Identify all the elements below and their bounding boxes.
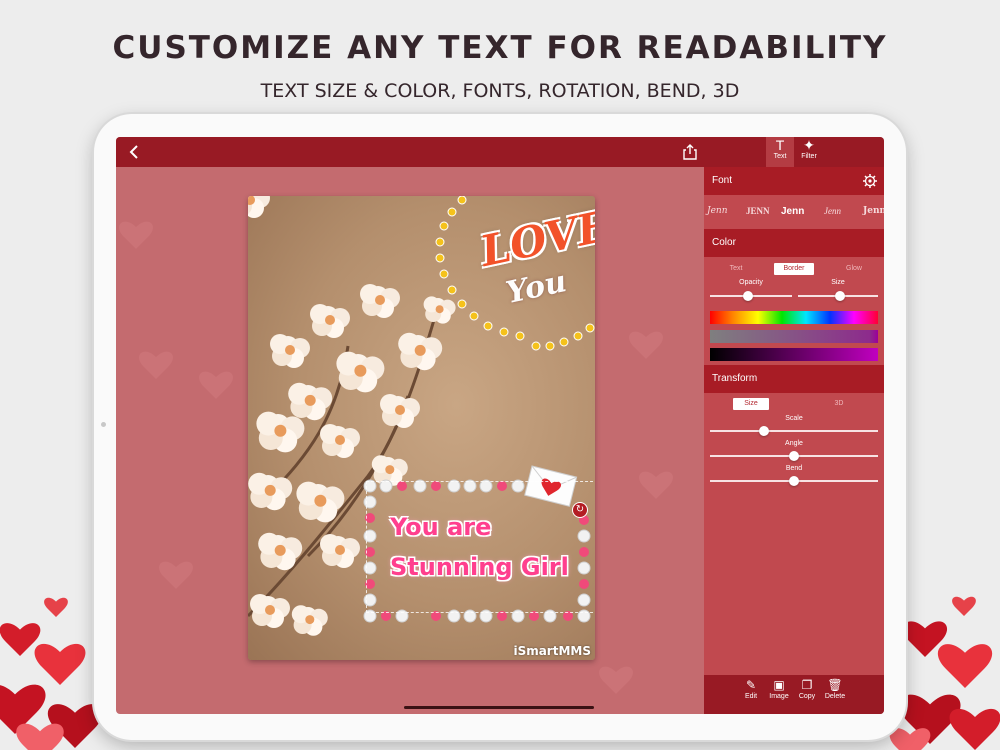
app-screen: T Text ✦ Filter LOVE You You are Stunnin… [116,137,884,714]
font-option-2[interactable]: JENN [746,206,770,216]
share-icon [683,144,697,160]
color-tab-glow[interactable]: Glow [840,263,868,275]
chevron-left-icon [129,145,138,159]
filter-tool-button[interactable]: ✦ Filter [796,137,822,167]
text-tool-label: Text [773,153,787,160]
marketing-subtitle: TEXT SIZE & COLOR, FONTS, ROTATION, BEND… [260,80,740,102]
marketing-headline: CUSTOMIZE ANY TEXT FOR READABILITY [112,30,888,66]
image-label: Image [769,693,789,700]
size-label: Size [831,279,845,286]
editing-panel: Font Jenn JENN Jenn Jenn Jenn Color Text… [704,167,884,714]
scale-label: Scale [785,415,803,422]
bend-slider-knob[interactable] [789,476,799,486]
saturation-picker[interactable] [710,330,878,343]
hue-picker[interactable] [710,311,878,324]
copy-button[interactable]: ❐ Copy [794,677,820,700]
image-icon: ▣ [773,678,785,692]
font-option-4[interactable]: Jenn [824,206,841,216]
edit-label: Edit [744,693,758,700]
opacity-slider-knob[interactable] [742,291,753,301]
font-option-3-selected[interactable]: Jenn [781,206,804,217]
scale-slider-track[interactable] [710,430,878,432]
font-picker: Jenn JENN Jenn Jenn Jenn [704,195,884,229]
delete-button[interactable]: 🗑 Delete [822,677,848,700]
font-option-1[interactable]: Jenn [707,206,728,216]
filter-tool-label: Filter [801,153,817,160]
rotate-handle[interactable]: ↻ [572,502,588,518]
image-button[interactable]: ▣ Image [766,677,792,700]
gear-icon[interactable] [863,174,877,188]
transform-tab-size[interactable]: Size [733,398,769,410]
font-section-title: Font [712,175,733,186]
share-button[interactable] [681,143,699,161]
text-icon: T [775,137,785,153]
copy-icon: ❐ [801,678,813,692]
greeting-card[interactable]: LOVE You You are Stunning Girl ↻ iSmartM… [248,196,595,660]
watermark: iSmartMMS [513,644,591,658]
color-tab-text[interactable]: Text [722,263,750,275]
opacity-label: Opacity [739,279,763,286]
magic-wand-icon: ✦ [803,137,815,153]
trash-icon: 🗑 [827,678,843,692]
font-section-header: Font [704,167,884,195]
back-button[interactable] [124,142,144,162]
message-text-line-1[interactable]: You are [390,513,491,541]
message-text-line-2[interactable]: Stunning Girl [390,553,569,581]
text-tool-button[interactable]: T Text [766,137,794,167]
border-size-slider-knob[interactable] [835,291,846,301]
tablet-camera [101,422,106,427]
brightness-picker[interactable] [710,348,878,361]
color-section-title: Color [712,237,736,248]
rotate-icon: ↻ [575,504,585,515]
color-section-header: Color [704,229,884,257]
pencil-icon: ✎ [745,678,757,692]
bend-label: Bend [785,465,803,472]
edit-button[interactable]: ✎ Edit [738,677,764,700]
delete-label: Delete [824,693,846,700]
transform-section-title: Transform [712,373,758,384]
color-tab-border[interactable]: Border [774,263,814,275]
scale-slider-knob[interactable] [758,426,769,436]
angle-slider-knob[interactable] [789,451,799,461]
transform-tab-3d[interactable]: 3D [824,398,854,410]
angle-label: Angle [785,440,803,447]
bottom-action-bar: ✎ Edit ▣ Image ❐ Copy 🗑 Delete [704,675,884,714]
copy-label: Copy [798,693,816,700]
font-option-5[interactable]: Jenn [863,206,884,216]
transform-section-header: Transform [704,365,884,393]
top-toolbar: T Text ✦ Filter [116,137,884,167]
home-indicator[interactable] [404,706,594,709]
message-text-frame[interactable] [366,481,595,613]
